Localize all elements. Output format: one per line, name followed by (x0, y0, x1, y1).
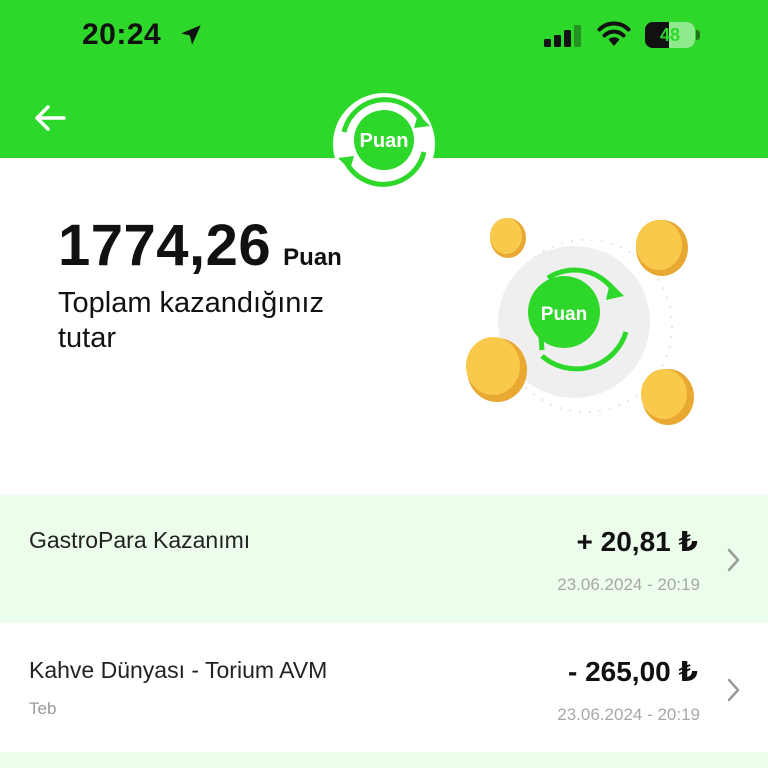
transaction-amount: + 20,81 ₺ (576, 526, 698, 557)
transaction-title: Kahve Dünyası - Torium AVM (29, 657, 328, 683)
battery-body: 48 (645, 22, 695, 48)
chevron-right-icon[interactable] (726, 677, 742, 703)
chevron-right-icon[interactable] (726, 547, 742, 573)
coin-icon (641, 369, 694, 425)
status-time: 20:24 (82, 18, 162, 51)
points-amount: 1774,26 (58, 213, 272, 278)
cellular-signal-icon (544, 25, 581, 47)
transaction-row[interactable]: Kahve Dünyası - Torium AVM Teb - 265,00 … (0, 625, 768, 753)
battery-icon: 48 (645, 22, 701, 48)
points-description: Toplam kazandığınız tutar (58, 287, 324, 354)
transaction-amount: - 265,00 ₺ (567, 656, 698, 687)
puan-logo: Puan (333, 93, 435, 195)
transaction-date: 23.06.2024 - 20:19 (557, 705, 700, 724)
illustration-logo-text: Puan (541, 304, 587, 325)
coins-illustration: Puan (466, 218, 694, 425)
transaction-title: GastroPara Kazanımı (29, 527, 251, 553)
transaction-date: 23.06.2024 - 20:19 (557, 575, 700, 594)
wifi-icon (597, 21, 631, 46)
header-logo-text: Puan (360, 130, 409, 152)
location-arrow-icon (181, 25, 201, 45)
points-total: 1774,26 Puan (58, 212, 342, 279)
coin-icon (636, 220, 688, 276)
transaction-row-partial[interactable] (0, 752, 768, 768)
battery-percentage: 48 (659, 25, 681, 45)
arrow-left-icon[interactable] (30, 100, 70, 136)
coin-icon (490, 218, 526, 258)
transaction-subtitle: Teb (29, 699, 57, 718)
points-unit: Puan (283, 244, 342, 271)
transaction-row[interactable]: GastroPara Kazanımı + 20,81 ₺ 23.06.2024… (0, 495, 768, 623)
status-bar: 20:24 48 (0, 0, 768, 72)
